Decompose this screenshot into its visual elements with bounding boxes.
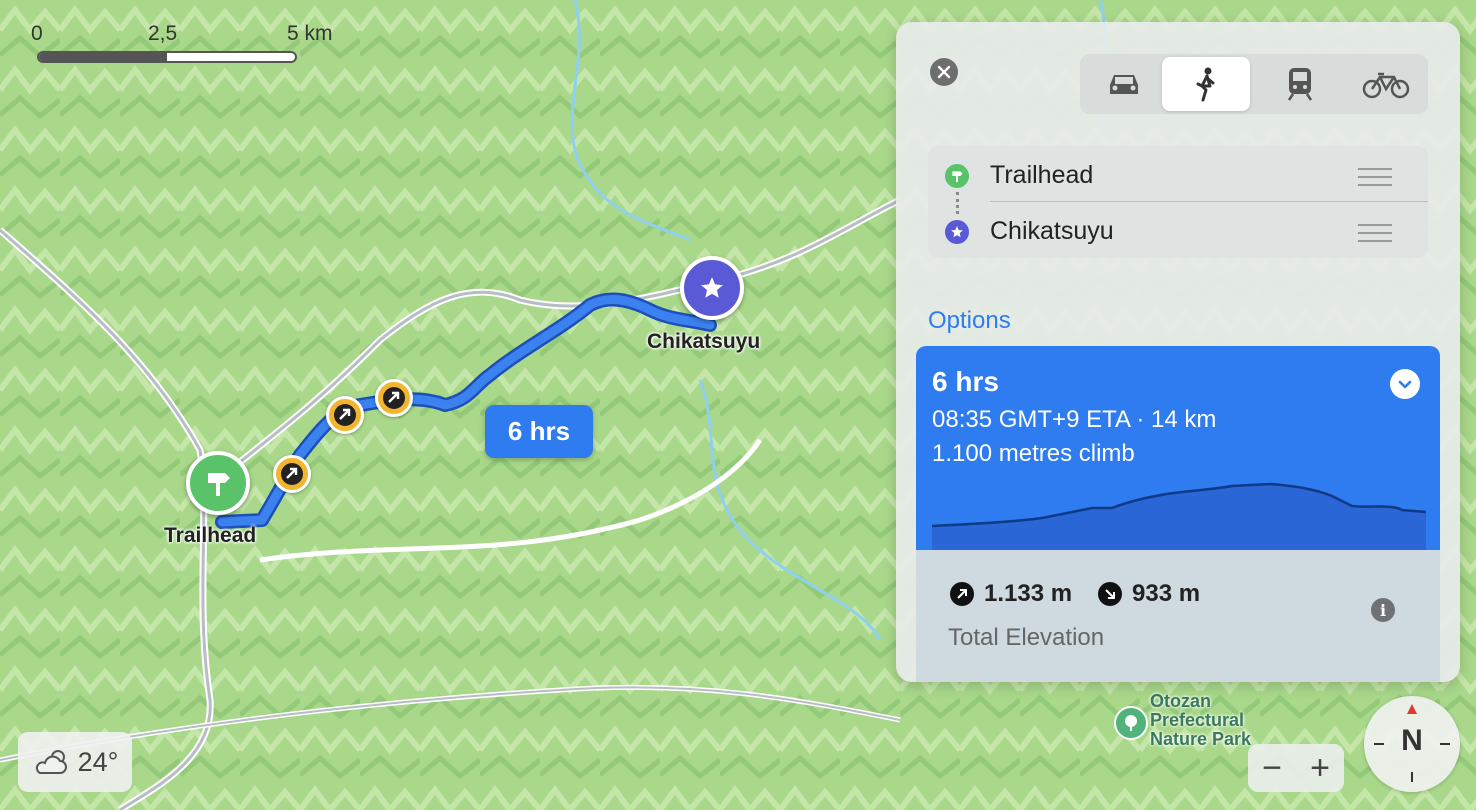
route-option-card[interactable]: 6 hrs 08:35 GMT+9 ETA · 14 km 1.100 metr…: [916, 346, 1440, 550]
weather-temperature: 24°: [77, 746, 119, 777]
elevation-caption: Total Elevation: [948, 624, 1105, 651]
zoom-out-button[interactable]: −: [1248, 744, 1296, 792]
transit-icon: [1287, 68, 1313, 101]
waypoint-start-label[interactable]: Trailhead: [990, 161, 1093, 190]
elevation-summary: 1.133 m 933 m Total Elevation i: [916, 550, 1440, 682]
route-climb: 1.100 metres climb: [932, 440, 1135, 467]
trailhead-pin[interactable]: [186, 451, 250, 515]
step-marker-icon[interactable]: [326, 396, 364, 434]
star-icon: [701, 277, 723, 298]
zoom-in-button[interactable]: +: [1296, 744, 1344, 792]
walk-icon: [1196, 67, 1215, 102]
star-icon: [945, 220, 969, 244]
close-button[interactable]: [930, 58, 958, 86]
mode-transit-button[interactable]: [1256, 57, 1344, 111]
compass-north-label: N: [1401, 724, 1423, 757]
park-poi-icon[interactable]: [1114, 706, 1148, 740]
ascent-stat: 1.133 m: [950, 580, 1072, 608]
descent-value: 933 m: [1132, 580, 1201, 607]
options-link[interactable]: Options: [928, 307, 1011, 335]
step-marker-icon[interactable]: [273, 455, 311, 493]
mode-car-button[interactable]: [1080, 57, 1168, 111]
park-poi-label[interactable]: Otozan Prefectural Nature Park: [1150, 692, 1251, 749]
step-marker-icon[interactable]: [375, 379, 413, 417]
waypoint-list: Trailhead Chikatsuyu: [928, 146, 1428, 258]
route-eta-bubble[interactable]: 6 hrs: [485, 405, 593, 458]
compass-button[interactable]: N: [1364, 696, 1460, 792]
scale-full-label: 5 km: [287, 22, 333, 45]
drag-handle-icon[interactable]: [1358, 224, 1392, 242]
car-icon: [1110, 75, 1138, 94]
chikatsuyu-pin[interactable]: [680, 256, 744, 320]
weather-widget[interactable]: 24°: [18, 732, 132, 792]
chevron-down-icon[interactable]: [1390, 369, 1420, 399]
directions-panel: Trailhead Chikatsuyu Options 6 hrs 08:35…: [896, 22, 1460, 682]
mode-walk-button[interactable]: [1162, 57, 1250, 111]
descent-stat: 933 m: [1098, 580, 1200, 608]
transport-mode-selector: [1080, 54, 1428, 114]
scale-half-label: 2,5: [148, 22, 178, 45]
connector-dots: [956, 192, 961, 214]
partly-cloudy-icon: [35, 750, 67, 774]
trailhead-map-label: Trailhead: [164, 524, 257, 547]
mode-bike-button[interactable]: [1342, 57, 1430, 111]
scale-zero-label: 0: [31, 22, 43, 45]
signpost-icon: [945, 164, 969, 188]
signpost-icon: [208, 473, 230, 496]
waypoint-end-label[interactable]: Chikatsuyu: [990, 217, 1114, 246]
elevation-profile: [932, 482, 1426, 550]
bike-icon: [1362, 72, 1410, 99]
arrow-down-right-icon: [1098, 582, 1122, 606]
ascent-value: 1.133 m: [984, 580, 1073, 607]
arrow-up-right-icon: [950, 582, 974, 606]
chikatsuyu-map-label: Chikatsuyu: [647, 330, 761, 353]
scale-bar: [37, 51, 297, 63]
route-eta-distance: 08:35 GMT+9 ETA · 14 km: [932, 406, 1217, 433]
route-duration: 6 hrs: [932, 366, 999, 397]
close-icon: [937, 65, 951, 79]
zoom-control: − +: [1248, 744, 1344, 792]
waypoint-divider: [990, 201, 1428, 202]
info-icon[interactable]: i: [1371, 598, 1395, 622]
drag-handle-icon[interactable]: [1358, 168, 1392, 186]
